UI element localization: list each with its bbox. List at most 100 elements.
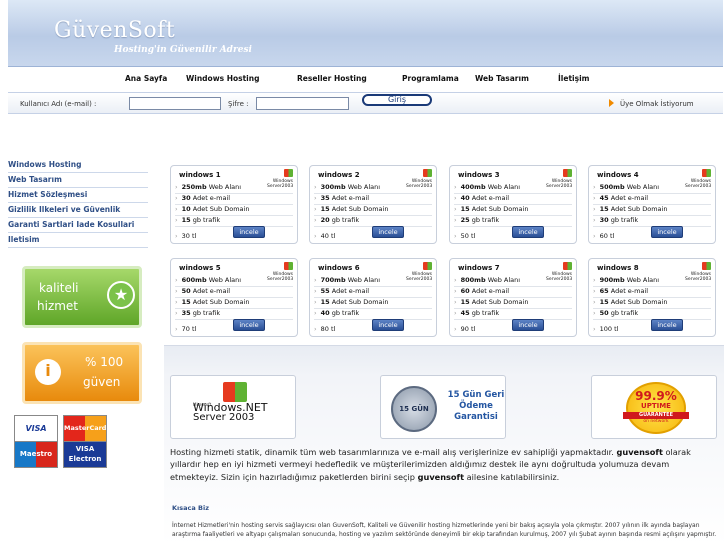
package-feature-label: Adet e-mail: [610, 194, 649, 202]
package-feature-value: 35: [320, 194, 330, 202]
package-detail-button[interactable]: incele: [233, 319, 265, 331]
windows-server-icon: Windows Server2003: [546, 262, 573, 282]
package-feature-label: gb trafik: [610, 309, 639, 317]
money-back-text: 15 Gün Geri Ödeme Garantisi: [447, 390, 505, 423]
package-feature-value: 20: [320, 216, 330, 224]
package-feature-label: Adet e-mail: [331, 287, 370, 295]
star-icon: ★: [107, 281, 135, 309]
nav-item-contact[interactable]: İletişim: [558, 74, 589, 83]
package-feature-label: Adet Sub Domain: [331, 298, 389, 306]
package-feature-value: 35: [181, 309, 191, 317]
package-feature-value: 15: [599, 205, 609, 213]
login-button[interactable]: Giriş: [362, 94, 432, 106]
package-feature-value: 15: [460, 298, 470, 306]
visa-card-icon: VISA: [14, 415, 58, 442]
package-feature: 800mb Web Alanı: [454, 276, 520, 284]
package-feature-label: Web Alanı: [626, 183, 660, 191]
package-detail-button[interactable]: incele: [233, 226, 265, 238]
windows-flag-icon: [284, 262, 293, 270]
package-name: windows 4: [597, 171, 639, 179]
package-feature: 20 gb trafik: [314, 216, 360, 224]
sidebar-item-windows-hosting[interactable]: Windows Hosting: [8, 158, 148, 173]
trust-badge-line2: güven: [83, 375, 121, 389]
package-feature-value: 45: [599, 194, 609, 202]
package-feature-label: Adet Sub Domain: [610, 205, 668, 213]
package-card: windows 1 WindowsServer2003 250mb Web Alan…: [170, 165, 298, 244]
login-bar: Kullanıcı Adı (e-mail) : Şifre : Giriş Ü…: [8, 92, 723, 114]
windows-logo-line2: Server2003: [406, 277, 433, 282]
package-price: 90 tl: [454, 325, 476, 333]
windows-net-line2: Server 2003: [193, 412, 255, 423]
uptime-promo: 99.9% UPTIME GUARANTEE on network: [591, 375, 717, 439]
package-feature-value: 900mb: [599, 276, 625, 284]
package-feature: 60 Adet e-mail: [454, 287, 509, 295]
package-feature-label: gb trafik: [331, 309, 360, 317]
package-feature-value: 15: [181, 216, 191, 224]
package-feature-label: Web Alanı: [347, 183, 381, 191]
package-feature: 30 gb trafik: [593, 216, 639, 224]
package-feature: 25 gb trafik: [454, 216, 500, 224]
package-feature: 15 Adet Sub Domain: [593, 298, 668, 306]
package-price: 60 tl: [593, 232, 615, 240]
package-feature: 15 Adet Sub Domain: [314, 205, 389, 213]
package-detail-button[interactable]: incele: [651, 319, 683, 331]
sidebar-item-service-agreement[interactable]: Hizmet Sözleşmesi: [8, 188, 148, 203]
windows-flag-icon: [702, 262, 711, 270]
package-price: 80 tl: [314, 325, 336, 333]
register-link[interactable]: Üye Olmak İstiyorum: [620, 100, 694, 108]
nav-item-reseller-hosting[interactable]: Reseller Hosting: [297, 74, 367, 83]
package-detail-button[interactable]: incele: [512, 226, 544, 238]
package-detail-button[interactable]: incele: [372, 226, 404, 238]
nav-item-programming[interactable]: Programlama: [402, 74, 459, 83]
package-feature-value: 15: [460, 205, 470, 213]
uptime-ribbon: GUARANTEE: [623, 412, 689, 419]
package-feature-value: 60: [460, 287, 470, 295]
package-feature-value: 50: [599, 309, 609, 317]
electron-bottom-label: Electron: [68, 455, 102, 463]
about-title: Kısaca Biz: [172, 504, 209, 512]
windows-logo-line2: Server2003: [406, 184, 433, 189]
nav-item-home[interactable]: Ana Sayfa: [125, 74, 167, 83]
windows-logo-line2: Server2003: [546, 277, 573, 282]
money-back-promo: 15 GÜN 15 Gün Geri Ödeme Garantisi: [380, 375, 506, 439]
package-detail-button[interactable]: incele: [512, 319, 544, 331]
package-card: windows 2 WindowsServer2003 300mb Web Alan…: [309, 165, 437, 244]
package-feature: 300mb Web Alanı: [314, 183, 380, 191]
package-detail-button[interactable]: incele: [651, 226, 683, 238]
package-feature-value: 700mb: [320, 276, 346, 284]
package-feature-value: 50: [181, 287, 191, 295]
sidebar-item-warranty[interactable]: Garanti Sartlari Iade Kosullari: [8, 218, 148, 233]
sidebar-item-privacy[interactable]: Gizlilik Ilkeleri ve Güvenlik: [8, 203, 148, 218]
nav-item-web-design[interactable]: Web Tasarım: [475, 74, 529, 83]
uptime-network: on network: [643, 419, 669, 424]
package-feature: 30 Adet e-mail: [175, 194, 230, 202]
password-input[interactable]: [256, 97, 349, 110]
sidebar-item-web-design[interactable]: Web Tasarım: [8, 173, 148, 188]
package-feature: 15 Adet Sub Domain: [454, 205, 529, 213]
package-feature-label: gb trafik: [471, 216, 500, 224]
package-price: 70 tl: [175, 325, 197, 333]
windows-flag-icon: [423, 169, 432, 177]
package-name: windows 7: [458, 264, 500, 272]
package-feature: 15 Adet Sub Domain: [593, 205, 668, 213]
package-detail-button[interactable]: incele: [372, 319, 404, 331]
package-card: windows 4 WindowsServer2003 500mb Web Alan…: [588, 165, 716, 244]
windows-server-icon: Windows Server2003: [267, 262, 294, 282]
sidebar-item-contact[interactable]: Iletisim: [8, 233, 148, 248]
windows-server-icon: Windows Server2003: [406, 169, 433, 189]
maestro-card-icon: Maestro: [14, 441, 58, 468]
package-feature-label: Adet e-mail: [192, 194, 231, 202]
windows-logo-line2: Server2003: [267, 277, 294, 282]
username-input[interactable]: [129, 97, 221, 110]
package-feature: 900mb Web Alanı: [593, 276, 659, 284]
package-feature: 250mb Web Alanı: [175, 183, 241, 191]
package-feature: 15 Adet Sub Domain: [454, 298, 529, 306]
site-logo[interactable]: GüvenSoft: [54, 18, 175, 43]
package-feature: 35 gb trafik: [175, 309, 221, 317]
mastercard-icon: MasterCard: [63, 415, 107, 442]
money-back-line2: Ödeme: [459, 401, 493, 411]
nav-item-windows-hosting[interactable]: Windows Hosting: [186, 74, 259, 83]
package-feature-label: Adet Sub Domain: [192, 298, 250, 306]
package-feature-label: gb trafik: [471, 309, 500, 317]
package-feature: 40 Adet e-mail: [454, 194, 509, 202]
